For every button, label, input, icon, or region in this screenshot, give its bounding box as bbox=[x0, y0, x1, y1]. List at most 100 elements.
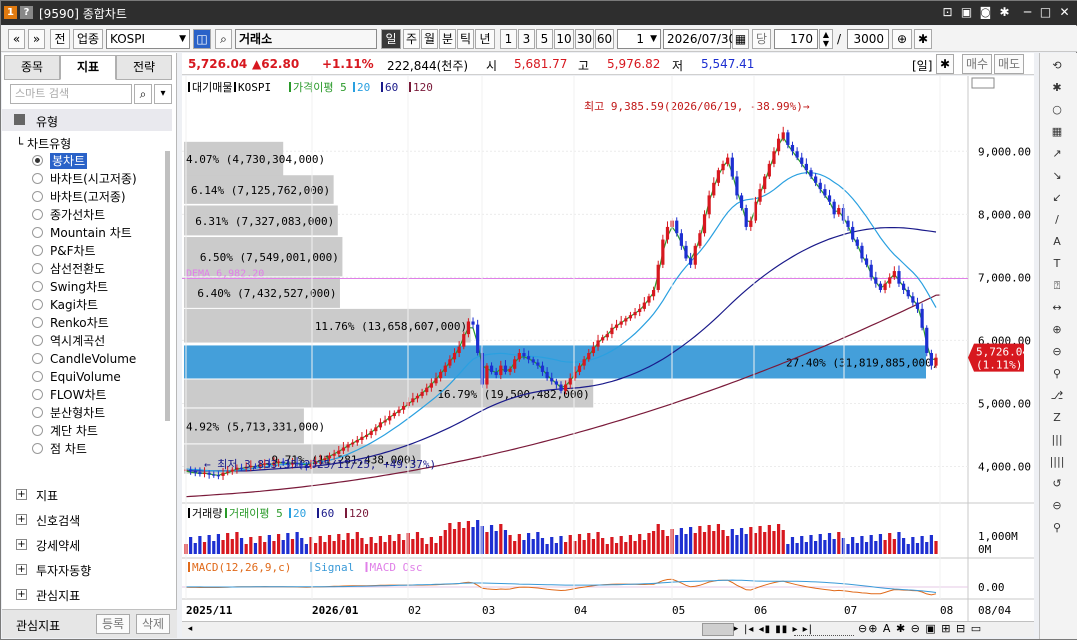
circle-icon[interactable]: ○ bbox=[1048, 101, 1066, 119]
period-month[interactable]: 월 bbox=[421, 29, 438, 49]
fib-icon[interactable]: ||| bbox=[1048, 431, 1066, 449]
chart-type-icon[interactable]: ◫ bbox=[193, 29, 211, 49]
period-minute[interactable]: 분 bbox=[439, 29, 456, 49]
zoom-slider[interactable] bbox=[794, 623, 854, 636]
auto-icon[interactable]: A bbox=[1048, 233, 1066, 251]
chart-settings-icon[interactable]: ✱ bbox=[936, 54, 954, 74]
interval-10[interactable]: 10 bbox=[554, 29, 574, 49]
chart-type-item[interactable]: 점 차트 bbox=[50, 441, 87, 457]
chart-type-radio[interactable] bbox=[32, 209, 43, 220]
chart-type-radio[interactable] bbox=[32, 425, 43, 436]
dang-button[interactable]: 당 bbox=[752, 29, 771, 49]
chart-type-radio[interactable] bbox=[32, 371, 43, 382]
period-day[interactable]: 일 bbox=[381, 29, 401, 49]
ai-icon[interactable]: ⍰ bbox=[1048, 277, 1066, 295]
dropdown-icon[interactable]: ▾ bbox=[154, 84, 172, 104]
type-group-header[interactable]: 유형 bbox=[2, 109, 172, 131]
section-item[interactable]: 지표 bbox=[36, 487, 58, 504]
chart-type-item[interactable]: 바차트(고저종) bbox=[50, 189, 126, 205]
gear-icon[interactable]: ✱ bbox=[1048, 79, 1066, 97]
grid-icon[interactable]: |||| bbox=[1048, 453, 1066, 471]
save-icon[interactable]: ▣ bbox=[958, 4, 975, 21]
help-icon[interactable]: ? bbox=[20, 6, 33, 19]
delete-button[interactable]: 삭제 bbox=[136, 614, 170, 634]
section-item[interactable]: 관심지표 bbox=[36, 587, 80, 604]
chart-type-radio[interactable] bbox=[32, 227, 43, 238]
interval-3[interactable]: 3 bbox=[518, 29, 535, 49]
count-select[interactable]: 1 ▼ bbox=[617, 29, 661, 49]
chart-type-radio[interactable] bbox=[32, 245, 43, 256]
maximize-button[interactable]: □ bbox=[1037, 4, 1054, 21]
chart-type-item[interactable]: 분산형차트 bbox=[50, 405, 105, 421]
list-scrollbar[interactable] bbox=[165, 151, 170, 421]
qty-stepper[interactable]: ▲ ▼ bbox=[819, 29, 833, 49]
trend-diag-icon[interactable]: ↙ bbox=[1048, 189, 1066, 207]
chart-type-radio[interactable] bbox=[32, 191, 43, 202]
expand-icon[interactable]: + bbox=[16, 589, 27, 600]
chart-type-item[interactable]: EquiVolume bbox=[50, 369, 121, 385]
chart-type-item[interactable]: CandleVolume bbox=[50, 351, 136, 367]
interval-30[interactable]: 30 bbox=[575, 29, 594, 49]
expand-icon[interactable]: + bbox=[16, 564, 27, 575]
chart-type-item[interactable]: 계단 차트 bbox=[50, 423, 98, 439]
remove-icon[interactable]: ⊖ bbox=[1048, 497, 1066, 515]
zigzag-icon[interactable]: Z bbox=[1048, 409, 1066, 427]
gear-icon[interactable]: ✱ bbox=[914, 29, 932, 49]
chart-type-item[interactable]: Mountain 차트 bbox=[50, 225, 132, 241]
period-year[interactable]: 년 bbox=[475, 29, 495, 49]
chart-type-radio[interactable] bbox=[32, 173, 43, 184]
chart-area[interactable]: 9,000.00 8,000.00 7,000.00 6,000.00 5,000.00… bbox=[182, 76, 1034, 624]
chart-type-item[interactable]: Renko차트 bbox=[50, 315, 109, 331]
bar-chart-icon[interactable]: ▦ bbox=[1048, 123, 1066, 141]
total-input[interactable]: 3000 bbox=[847, 29, 889, 49]
trend-up-icon[interactable]: ↗ bbox=[1048, 145, 1066, 163]
trend-down-icon[interactable]: ↘ bbox=[1048, 167, 1066, 185]
chart-type-item[interactable]: 봉차트 bbox=[50, 153, 88, 169]
chart-type-item[interactable]: Kagi차트 bbox=[50, 297, 98, 313]
zoom-in-icon[interactable]: ⊕ bbox=[1048, 321, 1066, 339]
section-item[interactable]: 신호검색 bbox=[36, 512, 80, 529]
chart-type-radio[interactable] bbox=[32, 281, 43, 292]
jeon-button[interactable]: 전 bbox=[50, 29, 70, 49]
buy-button[interactable]: 매수 bbox=[962, 54, 992, 74]
chart-type-item[interactable]: 삼선전환도 bbox=[50, 261, 105, 277]
chart-type-radio[interactable] bbox=[32, 299, 43, 310]
chart-type-item[interactable]: 종가선차트 bbox=[50, 207, 105, 223]
tab-strategy[interactable]: 전략 bbox=[116, 55, 172, 80]
zoom-out-icon[interactable]: ⊖ bbox=[1048, 343, 1066, 361]
search-input[interactable]: 스마트 검색 bbox=[10, 84, 132, 104]
fork-icon[interactable]: ⎇ bbox=[1048, 387, 1066, 405]
chart-type-radio[interactable] bbox=[32, 155, 43, 166]
expand-icon[interactable]: + bbox=[16, 489, 27, 500]
interval-1[interactable]: 1 bbox=[500, 29, 517, 49]
chart-type-item[interactable]: 역시계곡선 bbox=[50, 333, 105, 349]
period-week[interactable]: 주 bbox=[403, 29, 420, 49]
chart-type-item[interactable]: 바차트(시고저종) bbox=[50, 171, 137, 187]
upjong-button[interactable]: 업종 bbox=[73, 29, 103, 49]
expand-icon[interactable]: + bbox=[16, 514, 27, 525]
chart-type-radio[interactable] bbox=[32, 443, 43, 454]
chart-canvas[interactable]: 9,000.008,000.007,000.006,000.005,000.00… bbox=[182, 76, 1034, 624]
section-item[interactable]: 투자자동향 bbox=[36, 562, 91, 579]
register-button[interactable]: 등록 bbox=[96, 614, 130, 634]
expand-down-icon[interactable]: » bbox=[28, 29, 45, 49]
settings-icon[interactable]: ✱ bbox=[996, 4, 1013, 21]
expand-icon[interactable]: + bbox=[16, 539, 27, 550]
chart-type-radio[interactable] bbox=[32, 353, 43, 364]
chart-type-radio[interactable] bbox=[32, 407, 43, 418]
zoom-plus-icon[interactable]: ⊕ bbox=[892, 29, 912, 49]
camera-icon[interactable]: ◙ bbox=[977, 4, 994, 21]
chart-scrollbar[interactable]: ◂ ▸ |◂ ◂▮ ▮▮ ▸ ▸| ⊖⊕ A ✱ ⊖ ▣ ⊞ ⊟ ▭ bbox=[182, 621, 1034, 637]
close-button[interactable]: ✕ bbox=[1056, 4, 1073, 21]
chart-type-radio[interactable] bbox=[32, 335, 43, 346]
chart-type-radio[interactable] bbox=[32, 317, 43, 328]
symbol-input[interactable]: KOSPI ▼ bbox=[106, 29, 190, 49]
tab-stock[interactable]: 종목 bbox=[4, 55, 60, 80]
undo-icon[interactable]: ↺ bbox=[1048, 475, 1066, 493]
text-icon[interactable]: T bbox=[1048, 255, 1066, 273]
chart-type-radio[interactable] bbox=[32, 389, 43, 400]
chart-type-item[interactable]: P&F차트 bbox=[50, 243, 96, 259]
chart-type-item[interactable]: Swing차트 bbox=[50, 279, 108, 295]
collapse-left-icon[interactable]: « bbox=[8, 29, 25, 49]
measure-icon[interactable]: ↔ bbox=[1048, 299, 1066, 317]
